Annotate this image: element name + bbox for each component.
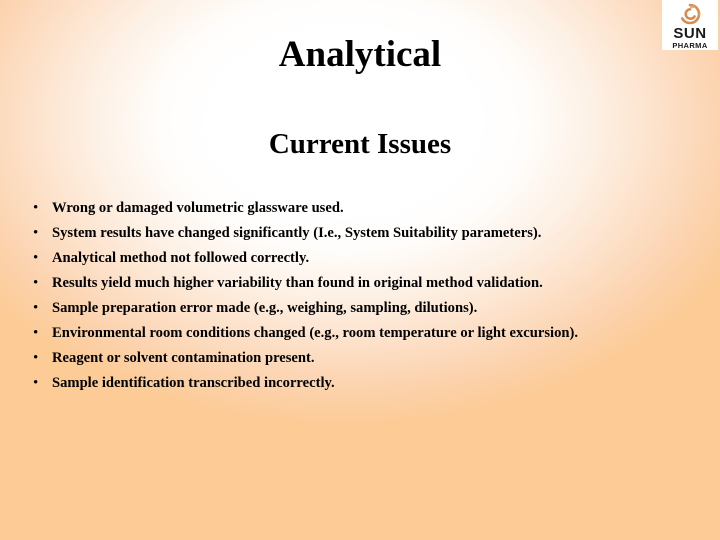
list-item: • Reagent or solvent contamination prese… [26,348,694,369]
list-item: • Environmental room conditions changed … [26,323,694,344]
list-item-text: System results have changed significantl… [52,225,542,241]
list-item-text: Environmental room conditions changed (e… [52,325,579,341]
list-item-text: Sample identification transcribed incorr… [52,375,335,391]
list-item-text: Wrong or damaged volumetric glassware us… [52,200,344,216]
bullet-point-icon: • [33,375,39,391]
sun-pharma-spiral-icon [680,3,701,25]
list-item-text: Results yield much higher variability th… [52,275,543,291]
list-item-text: Reagent or solvent contamination present… [52,350,315,366]
list-item: • Wrong or damaged volumetric glassware … [26,198,694,219]
bullet-point-icon: • [33,300,39,316]
list-item: • Sample identification transcribed inco… [26,373,694,394]
list-item: • Sample preparation error made (e.g., w… [26,298,694,319]
bullet-point-icon: • [33,325,39,341]
slide-title: Analytical [278,34,442,75]
bullet-list: • Wrong or damaged volumetric glassware … [26,198,694,398]
list-item: • Analytical method not followed correct… [26,248,694,269]
list-item-text: Analytical method not followed correctly… [52,250,310,266]
bullet-point-icon: • [33,275,39,291]
list-item: • Results yield much higher variability … [26,273,694,294]
slide-subtitle: Current Issues [268,128,452,160]
bullet-point-icon: • [33,250,39,266]
bullet-point-icon: • [33,225,39,241]
bullet-point-icon: • [33,350,39,366]
list-item: • System results have changed significan… [26,223,694,244]
bullet-point-icon: • [33,200,39,216]
presentation-slide: SUN PHARMA Analytical Current Issues • W… [0,0,720,540]
list-item-text: Sample preparation error made (e.g., wei… [52,300,478,316]
